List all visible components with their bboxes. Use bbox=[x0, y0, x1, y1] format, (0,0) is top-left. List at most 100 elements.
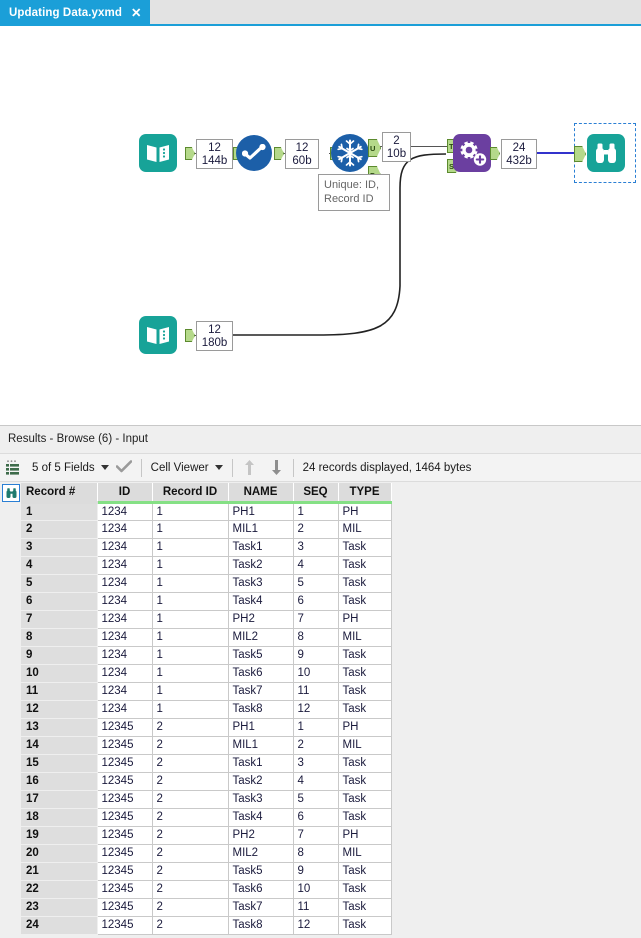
cell-record-number[interactable]: 10 bbox=[21, 664, 98, 683]
cell-record-id[interactable]: 2 bbox=[152, 718, 229, 737]
cell-record-id[interactable]: 1 bbox=[152, 592, 229, 611]
column-header-id[interactable]: ID bbox=[97, 483, 153, 504]
sort-ascending-button[interactable] bbox=[236, 453, 263, 482]
cell-id[interactable]: 1234 bbox=[97, 574, 153, 593]
cell-name[interactable]: MIL1 bbox=[228, 736, 294, 755]
cell-id[interactable]: 12345 bbox=[97, 808, 153, 827]
cell-id[interactable]: 1234 bbox=[97, 538, 153, 557]
table-row[interactable]: 9 1234 1 Task5 9 Task bbox=[21, 646, 392, 665]
table-row[interactable]: 16 12345 2 Task2 4 Task bbox=[21, 772, 392, 791]
anchor-output-select[interactable] bbox=[274, 147, 284, 160]
cell-name[interactable]: Task2 bbox=[228, 556, 294, 575]
anchor-output-input2[interactable] bbox=[185, 329, 195, 342]
cell-name[interactable]: MIL1 bbox=[228, 520, 294, 539]
cell-seq[interactable]: 6 bbox=[293, 808, 339, 827]
table-row[interactable]: 19 12345 2 PH2 7 PH bbox=[21, 826, 392, 845]
cell-name[interactable]: PH2 bbox=[228, 610, 294, 629]
cell-id[interactable]: 1234 bbox=[97, 610, 153, 629]
cell-record-id[interactable]: 1 bbox=[152, 664, 229, 683]
cell-type[interactable]: Task bbox=[338, 880, 392, 899]
cell-seq[interactable]: 7 bbox=[293, 610, 339, 629]
cell-type[interactable]: Task bbox=[338, 538, 392, 557]
cell-name[interactable]: MIL2 bbox=[228, 844, 294, 863]
cell-record-number[interactable]: 8 bbox=[21, 628, 98, 647]
cell-record-id[interactable]: 1 bbox=[152, 682, 229, 701]
fields-dropdown[interactable]: 5 of 5 Fields bbox=[26, 453, 138, 482]
cell-id[interactable]: 12345 bbox=[97, 754, 153, 773]
sort-descending-button[interactable] bbox=[263, 453, 290, 482]
cell-type[interactable]: Task bbox=[338, 754, 392, 773]
anchor-output-input1[interactable] bbox=[185, 147, 195, 160]
tab-updating-data[interactable]: Updating Data.yxmd ✕ bbox=[0, 0, 150, 26]
cell-record-number[interactable]: 1 bbox=[21, 502, 98, 521]
cell-type[interactable]: MIL bbox=[338, 736, 392, 755]
table-row[interactable]: 11 1234 1 Task7 11 Task bbox=[21, 682, 392, 701]
cell-record-id[interactable]: 2 bbox=[152, 916, 229, 935]
cell-id[interactable]: 1234 bbox=[97, 592, 153, 611]
table-row[interactable]: 5 1234 1 Task3 5 Task bbox=[21, 574, 392, 593]
cell-seq[interactable]: 11 bbox=[293, 682, 339, 701]
cell-record-id[interactable]: 2 bbox=[152, 808, 229, 827]
table-row[interactable]: 6 1234 1 Task4 6 Task bbox=[21, 592, 392, 611]
list-view-icon[interactable] bbox=[0, 453, 26, 482]
cell-record-id[interactable]: 1 bbox=[152, 502, 229, 521]
table-row[interactable]: 4 1234 1 Task2 4 Task bbox=[21, 556, 392, 575]
cell-seq[interactable]: 11 bbox=[293, 898, 339, 917]
cell-seq[interactable]: 7 bbox=[293, 826, 339, 845]
cell-record-number[interactable]: 4 bbox=[21, 556, 98, 575]
cell-seq[interactable]: 3 bbox=[293, 754, 339, 773]
cell-seq[interactable]: 5 bbox=[293, 790, 339, 809]
cell-record-number[interactable]: 16 bbox=[21, 772, 98, 791]
cell-type[interactable]: Task bbox=[338, 808, 392, 827]
cell-type[interactable]: Task bbox=[338, 862, 392, 881]
cell-record-number[interactable]: 6 bbox=[21, 592, 98, 611]
cell-name[interactable]: MIL2 bbox=[228, 628, 294, 647]
table-row[interactable]: 3 1234 1 Task1 3 Task bbox=[21, 538, 392, 557]
cell-record-number[interactable]: 5 bbox=[21, 574, 98, 593]
cell-type[interactable]: PH bbox=[338, 502, 392, 521]
cell-name[interactable]: Task7 bbox=[228, 898, 294, 917]
cell-id[interactable]: 12345 bbox=[97, 844, 153, 863]
table-row[interactable]: 7 1234 1 PH2 7 PH bbox=[21, 610, 392, 629]
cell-id[interactable]: 12345 bbox=[97, 772, 153, 791]
close-icon[interactable]: ✕ bbox=[131, 7, 142, 20]
cell-seq[interactable]: 2 bbox=[293, 736, 339, 755]
cell-seq[interactable]: 2 bbox=[293, 520, 339, 539]
cell-id[interactable]: 12345 bbox=[97, 898, 153, 917]
table-row[interactable]: 18 12345 2 Task4 6 Task bbox=[21, 808, 392, 827]
cell-record-id[interactable]: 2 bbox=[152, 844, 229, 863]
cell-seq[interactable]: 10 bbox=[293, 664, 339, 683]
cell-name[interactable]: PH1 bbox=[228, 718, 294, 737]
table-row[interactable]: 1 1234 1 PH1 1 PH bbox=[21, 502, 392, 521]
anchor-output-append[interactable] bbox=[490, 147, 500, 160]
cell-id[interactable]: 1234 bbox=[97, 700, 153, 719]
cell-record-number[interactable]: 17 bbox=[21, 790, 98, 809]
table-row[interactable]: 24 12345 2 Task8 12 Task bbox=[21, 916, 392, 935]
check-icon[interactable] bbox=[115, 459, 132, 476]
cell-seq[interactable]: 4 bbox=[293, 772, 339, 791]
table-row[interactable]: 22 12345 2 Task6 10 Task bbox=[21, 880, 392, 899]
tool-append-fields-1[interactable] bbox=[453, 134, 491, 172]
cell-record-number[interactable]: 11 bbox=[21, 682, 98, 701]
cell-record-number[interactable]: 18 bbox=[21, 808, 98, 827]
cell-id[interactable]: 1234 bbox=[97, 646, 153, 665]
cell-record-number[interactable]: 20 bbox=[21, 844, 98, 863]
cell-record-id[interactable]: 2 bbox=[152, 754, 229, 773]
cell-type[interactable]: PH bbox=[338, 826, 392, 845]
table-row[interactable]: 14 12345 2 MIL1 2 MIL bbox=[21, 736, 392, 755]
cell-type[interactable]: MIL bbox=[338, 844, 392, 863]
cell-record-number[interactable]: 2 bbox=[21, 520, 98, 539]
cell-name[interactable]: PH2 bbox=[228, 826, 294, 845]
cell-record-number[interactable]: 19 bbox=[21, 826, 98, 845]
cell-id[interactable]: 1234 bbox=[97, 502, 153, 521]
cell-record-number[interactable]: 7 bbox=[21, 610, 98, 629]
cell-name[interactable]: Task3 bbox=[228, 790, 294, 809]
cell-type[interactable]: Task bbox=[338, 556, 392, 575]
table-row[interactable]: 2 1234 1 MIL1 2 MIL bbox=[21, 520, 392, 539]
cell-record-number[interactable]: 22 bbox=[21, 880, 98, 899]
cell-type[interactable]: Task bbox=[338, 772, 392, 791]
column-header-type[interactable]: TYPE bbox=[338, 483, 392, 504]
cell-record-id[interactable]: 1 bbox=[152, 574, 229, 593]
cell-record-number[interactable]: 13 bbox=[21, 718, 98, 737]
cell-type[interactable]: PH bbox=[338, 718, 392, 737]
